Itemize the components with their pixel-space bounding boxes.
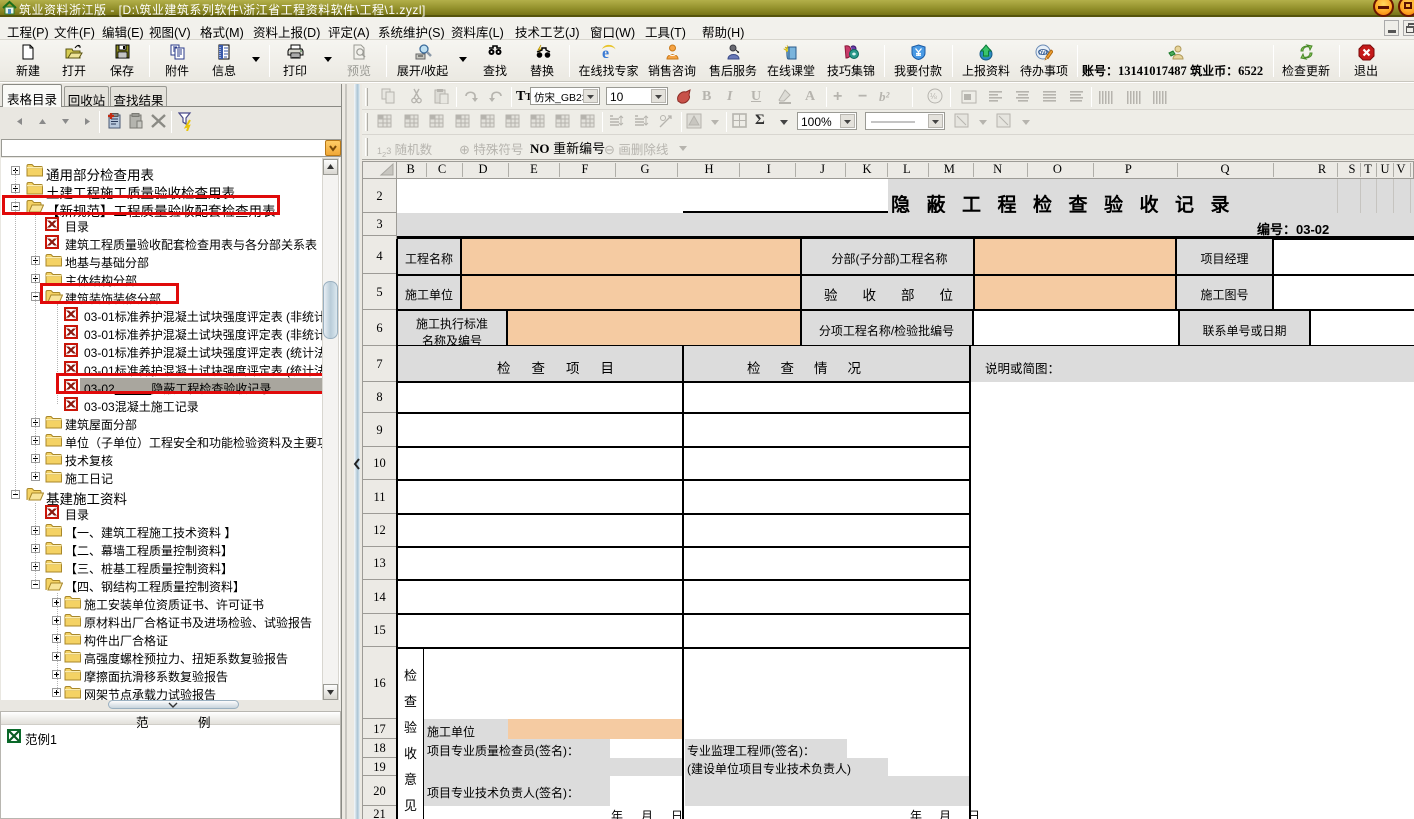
svg-text:⅛: ⅛ [930,92,937,101]
